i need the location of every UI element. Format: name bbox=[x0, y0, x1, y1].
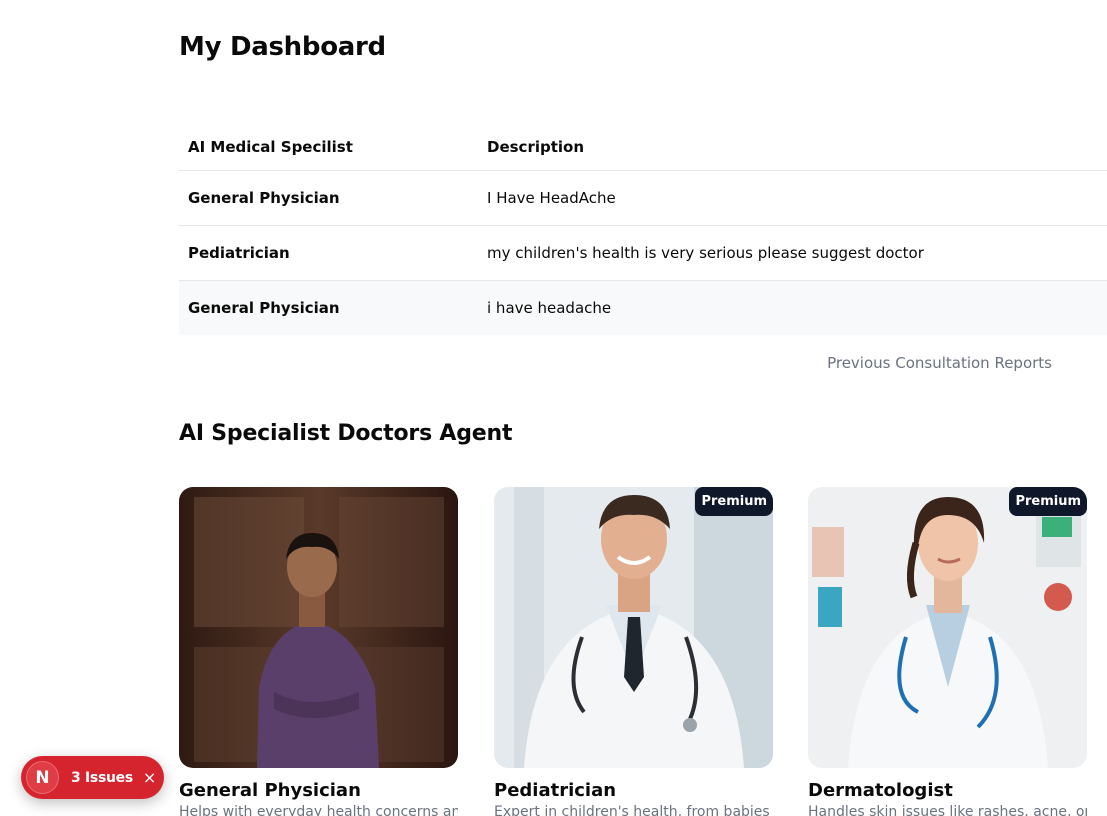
doctor-description: Helps with everyday health concerns and … bbox=[179, 804, 458, 816]
table-row[interactable]: Pediatrician my children's health is ver… bbox=[179, 225, 1107, 281]
nextjs-logo-icon: N bbox=[26, 761, 59, 794]
table-row[interactable]: General Physician i have headache bbox=[179, 280, 1107, 335]
doctor-description: Expert in children's health, from babies… bbox=[494, 804, 773, 816]
cell-description: i have headache bbox=[478, 280, 1107, 335]
column-header-specialist: AI Medical Specilist bbox=[179, 125, 478, 171]
doctor-name: General Physician bbox=[179, 780, 361, 801]
doctor-photo: Premium bbox=[808, 487, 1087, 768]
doctor-photo bbox=[179, 487, 458, 768]
doctor-photo: Premium bbox=[494, 487, 773, 768]
doctor-card-pediatrician[interactable]: Premium Pediatrician Expert in children'… bbox=[494, 487, 773, 816]
doctor-description: Handles skin issues like rashes, acne, o… bbox=[808, 804, 1087, 816]
cell-description: I Have HeadAche bbox=[478, 170, 1107, 226]
doctor-name: Dermatologist bbox=[808, 780, 953, 801]
cell-specialist: Pediatrician bbox=[179, 225, 478, 281]
doctor-card-general-physician[interactable]: General Physician Helps with everyday he… bbox=[179, 487, 458, 816]
doctor-name: Pediatrician bbox=[494, 780, 617, 801]
dev-issues-button[interactable]: N 3 Issues × bbox=[21, 756, 164, 799]
table-row[interactable]: General Physician I Have HeadAche bbox=[179, 170, 1107, 226]
cell-specialist: General Physician bbox=[179, 280, 478, 335]
issues-count-label: 3 Issues bbox=[71, 769, 133, 786]
close-icon[interactable]: × bbox=[143, 768, 156, 787]
premium-badge: Premium bbox=[695, 487, 773, 516]
cell-specialist: General Physician bbox=[179, 170, 478, 226]
table-caption: Previous Consultation Reports bbox=[827, 354, 1052, 372]
premium-badge: Premium bbox=[1009, 487, 1087, 516]
table-header-row: AI Medical Specilist Description bbox=[179, 125, 1107, 171]
page-title: My Dashboard bbox=[179, 32, 386, 62]
doctor-card-dermatologist[interactable]: Premium Dermatologist Handles skin issue… bbox=[808, 487, 1087, 816]
section-title: AI Specialist Doctors Agent bbox=[179, 421, 513, 446]
cell-description: my children's health is very serious ple… bbox=[478, 225, 1107, 281]
column-header-description: Description bbox=[478, 125, 1107, 171]
consultation-history-table: AI Medical Specilist Description General… bbox=[179, 125, 1107, 335]
